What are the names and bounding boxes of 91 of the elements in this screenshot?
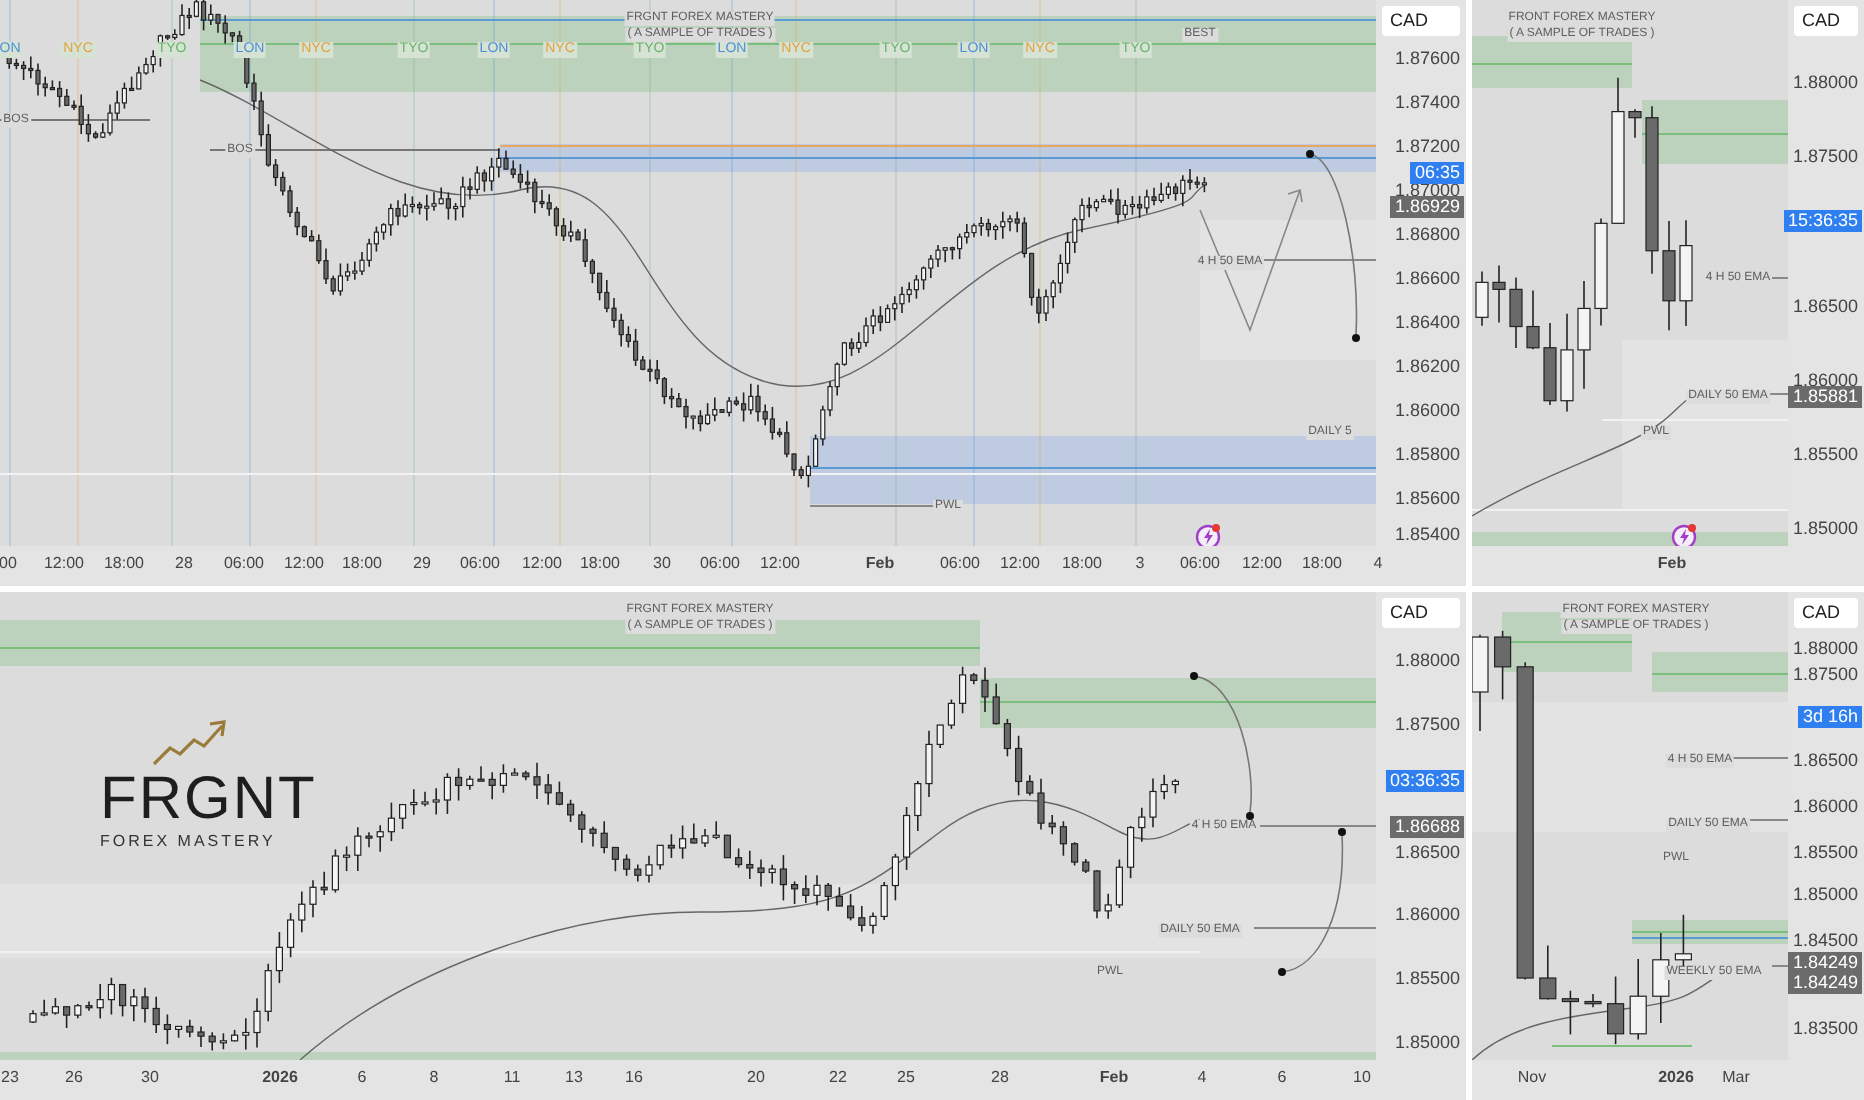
price-tick: 1.85600 (1394, 488, 1460, 508)
time-tick: 3 (1135, 554, 1145, 574)
price-tick: 1.85500 (1394, 968, 1460, 988)
time-tick: 06:00 (699, 554, 741, 574)
price-tick: 1.85000 (1792, 884, 1858, 904)
price-tick: 1.86000 (1792, 796, 1858, 816)
price-tick: 1.88000 (1394, 650, 1460, 670)
time-tick: 16 (625, 1068, 643, 1088)
time-tick: 22 (829, 1068, 847, 1088)
price-tick: 1.86600 (1394, 268, 1460, 288)
price-tick: 1.87200 (1394, 136, 1460, 156)
price-tag: 1.85881 (1788, 386, 1862, 408)
time-tick: 6 (1277, 1068, 1287, 1088)
time-tick: Feb (1657, 554, 1687, 574)
time-tick: 12:00 (1241, 554, 1283, 574)
price-tick: 1.87000 (1394, 180, 1460, 200)
price-tick: 1.85000 (1394, 1032, 1460, 1052)
price-tick: 1.86800 (1394, 224, 1460, 244)
time-tick: 30 (653, 554, 671, 574)
price-tick: 1.86000 (1394, 904, 1460, 924)
time-tick: 18:00 (1061, 554, 1103, 574)
time-tick: 11 (503, 1068, 521, 1088)
countdown-tag: 3d 16h (1798, 706, 1862, 728)
price-tag: 1.84249 (1788, 972, 1862, 994)
price-tick: 1.85800 (1394, 444, 1460, 464)
time-tick: 12:00 (999, 554, 1041, 574)
price-tick: 1.87400 (1394, 92, 1460, 112)
time-tick: 26 (65, 1068, 83, 1088)
countdown-tag: 03:36:35 (1385, 770, 1464, 792)
time-tick: 2026 (1658, 1068, 1694, 1088)
time-tick: 06:00 (1179, 554, 1221, 574)
time-tick: 8 (429, 1068, 439, 1088)
price-tick: 1.86500 (1792, 296, 1858, 316)
time-tick: 4 (1373, 554, 1383, 574)
time-tick: 18:00 (1301, 554, 1343, 574)
time-tick: 00 (0, 554, 17, 574)
countdown-tag: 06:35 (1410, 162, 1464, 184)
time-tick: 2026 (262, 1068, 298, 1088)
price-tick: 1.87500 (1792, 664, 1858, 684)
price-tick: 1.86000 (1394, 400, 1460, 420)
time-tick: 18:00 (103, 554, 145, 574)
price-tick: 1.88000 (1792, 638, 1858, 658)
time-tick: Feb (1099, 1068, 1129, 1088)
time-tick: 06:00 (939, 554, 981, 574)
time-tick: 18:00 (579, 554, 621, 574)
time-tick: 12:00 (759, 554, 801, 574)
price-tick: 1.86200 (1394, 356, 1460, 376)
price-tag: 1.84249 (1788, 952, 1862, 974)
price-tag: 1.86688 (1390, 816, 1464, 838)
time-tick: 6 (357, 1068, 367, 1088)
price-tick: 1.85000 (1792, 518, 1858, 538)
time-tick: 28 (175, 554, 193, 574)
time-tick: 13 (565, 1068, 583, 1088)
price-tick: 1.86500 (1792, 750, 1858, 770)
time-tick: 29 (413, 554, 431, 574)
price-tick: 1.88000 (1792, 72, 1858, 92)
price-tick: 1.87600 (1394, 48, 1460, 68)
time-tick: 12:00 (283, 554, 325, 574)
price-tick: 1.84500 (1792, 930, 1858, 950)
price-tick: 1.86500 (1394, 842, 1460, 862)
time-tick: 4 (1197, 1068, 1207, 1088)
price-tick: 1.86000 (1792, 370, 1858, 390)
time-tick: Feb (865, 554, 895, 574)
time-tick: Mar (1722, 1068, 1750, 1088)
logo-name: FRGNT (100, 768, 317, 832)
price-tick: 1.85500 (1792, 444, 1858, 464)
price-tag: 1.86929 (1390, 196, 1464, 218)
time-tick: 10 (1353, 1068, 1371, 1088)
time-tick: 12:00 (43, 554, 85, 574)
time-tick: 30 (141, 1068, 159, 1088)
time-tick: 25 (897, 1068, 915, 1088)
price-tick: 1.87500 (1394, 714, 1460, 734)
time-tick: 28 (991, 1068, 1009, 1088)
time-tick: 06:00 (459, 554, 501, 574)
currency-label[interactable]: CAD (1794, 6, 1858, 36)
currency-label[interactable]: CAD (1382, 6, 1460, 36)
countdown-tag: 15:36:35 (1783, 210, 1862, 232)
price-tick: 1.85400 (1394, 524, 1460, 544)
time-tick: 18:00 (341, 554, 383, 574)
time-tick: 06:00 (223, 554, 265, 574)
currency-label[interactable]: CAD (1382, 598, 1460, 628)
time-tick: 20 (747, 1068, 765, 1088)
logo-tagline: FOREX MASTERY (100, 832, 276, 852)
time-tick: 23 (1, 1068, 19, 1088)
time-tick: Nov (1517, 1068, 1547, 1088)
price-tick: 1.86400 (1394, 312, 1460, 332)
price-tick: 1.83500 (1792, 1018, 1858, 1038)
time-tick: 12:00 (521, 554, 563, 574)
currency-label[interactable]: CAD (1794, 598, 1858, 628)
price-tick: 1.85500 (1792, 842, 1858, 862)
price-tick: 1.87500 (1792, 146, 1858, 166)
